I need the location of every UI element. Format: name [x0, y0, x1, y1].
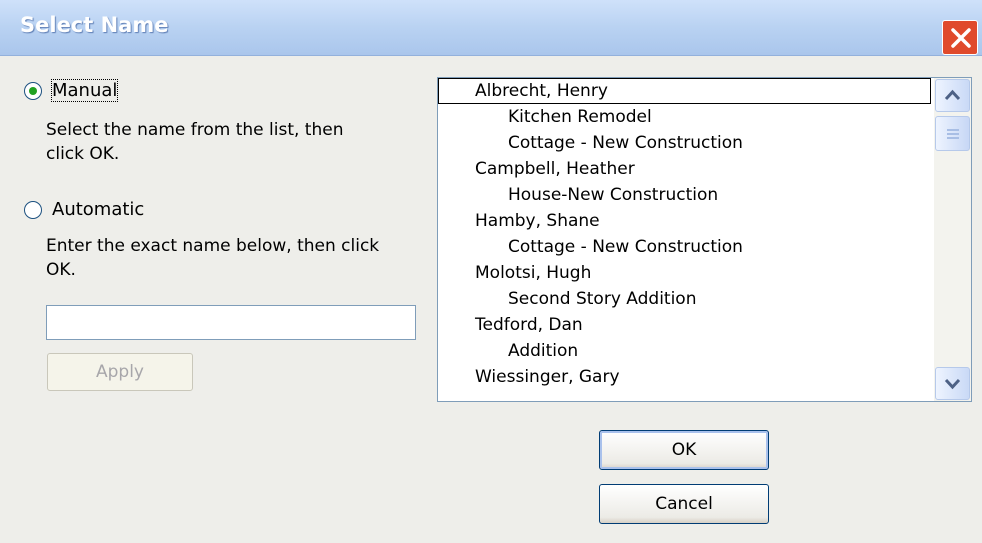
select-name-dialog: Select Name Manual Select the name from … [0, 0, 982, 543]
name-list[interactable]: Albrecht, Henry Kitchen Remodel Cottage - … [437, 77, 972, 402]
cancel-button[interactable]: Cancel [599, 484, 769, 524]
list-item-client[interactable]: Wiessinger, Gary [438, 364, 620, 390]
list-item-client[interactable]: Hamby, Shane [438, 208, 600, 234]
list-item-client[interactable]: Campbell, Heather [438, 156, 635, 182]
chevron-up-icon [944, 89, 961, 101]
title-bar: Select Name [0, 0, 982, 56]
automatic-option[interactable]: Automatic [24, 199, 144, 220]
dialog-title: Select Name [20, 13, 169, 37]
manual-help-line2: click OK. [46, 144, 120, 164]
manual-help-text: Select the name from the list, then clic… [46, 118, 343, 166]
list-item-project[interactable]: Kitchen Remodel [438, 104, 652, 130]
ok-button[interactable]: OK [599, 430, 769, 470]
automatic-help-line2: OK. [46, 260, 76, 280]
manual-label[interactable]: Manual [50, 79, 119, 102]
automatic-help-text: Enter the exact name below, then click O… [46, 234, 379, 282]
manual-option[interactable]: Manual [24, 79, 119, 102]
apply-button[interactable]: Apply [47, 353, 193, 391]
list-item-client[interactable]: Albrecht, Henry [438, 78, 931, 104]
list-item-project[interactable]: Cottage - New Construction [438, 234, 743, 260]
manual-radio[interactable] [24, 81, 42, 100]
automatic-help-line1: Enter the exact name below, then click [46, 236, 380, 256]
automatic-radio[interactable] [24, 200, 42, 219]
dialog-body: Manual Select the name from the list, th… [0, 56, 982, 543]
list-item-client[interactable]: Molotsi, Hugh [438, 260, 591, 286]
manual-help-line1: Select the name from the list, then [46, 120, 344, 140]
list-scrollbar[interactable] [934, 78, 971, 401]
scroll-thumb[interactable] [935, 116, 970, 151]
list-item-project[interactable]: Addition [438, 338, 578, 364]
close-button[interactable] [942, 20, 978, 55]
list-item-project[interactable]: House-New Construction [438, 182, 718, 208]
close-icon [951, 28, 971, 48]
list-item-project[interactable]: Cottage - New Construction [438, 130, 743, 156]
name-input[interactable] [46, 305, 416, 340]
list-item-project[interactable]: Second Story Addition [438, 286, 696, 312]
chevron-down-icon [944, 378, 961, 390]
scroll-up-button[interactable] [935, 79, 970, 112]
automatic-label[interactable]: Automatic [52, 199, 144, 220]
list-item-client[interactable]: Tedford, Dan [438, 312, 583, 338]
scroll-down-button[interactable] [935, 367, 970, 400]
